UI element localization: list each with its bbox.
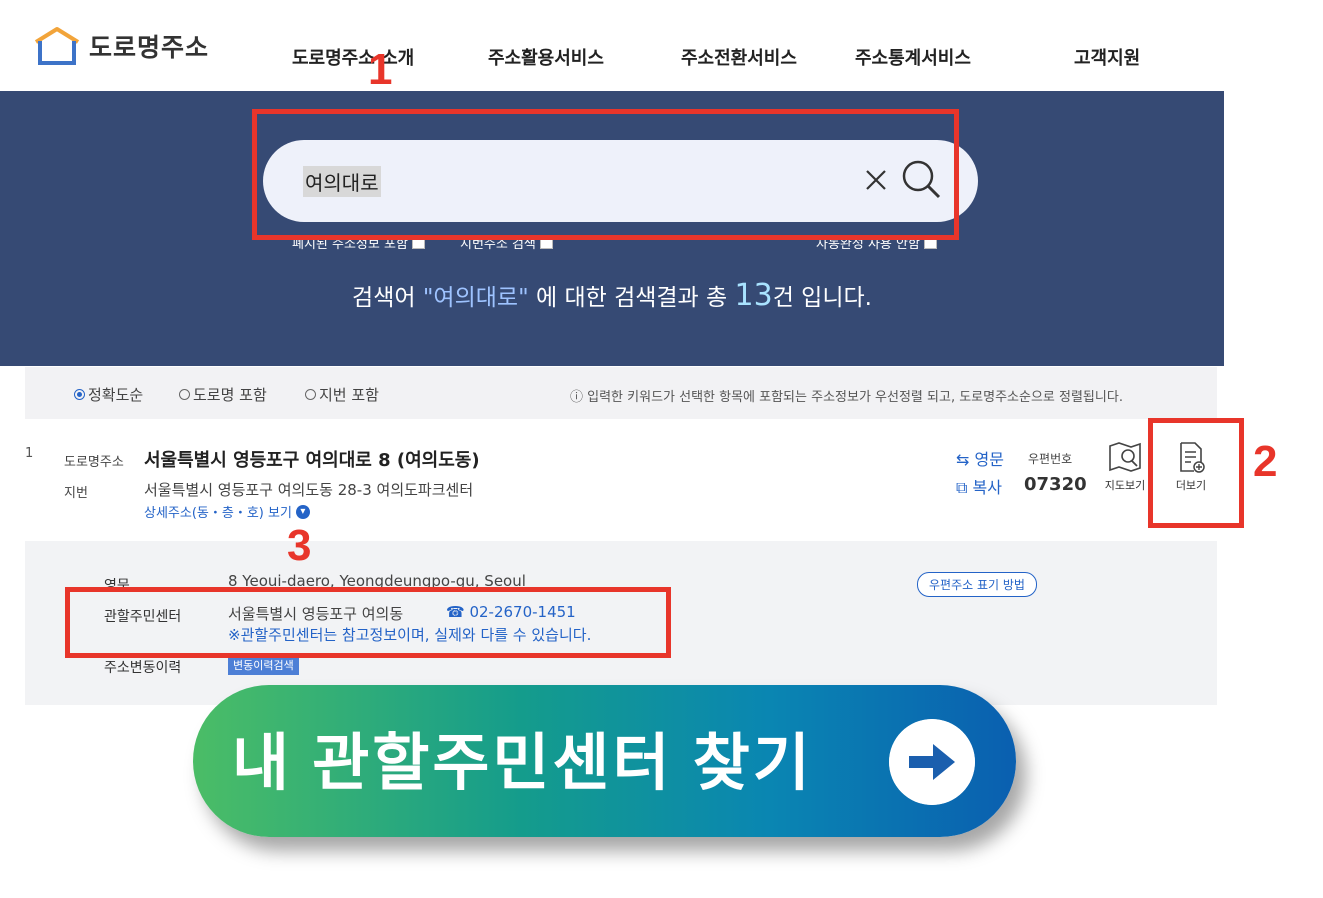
nav-services[interactable]: 주소활용서비스 — [488, 44, 604, 70]
nav-support[interactable]: 고객지원 — [1074, 44, 1140, 70]
sort-road[interactable]: 도로명 포함 — [179, 384, 267, 405]
site-logo[interactable]: 도로명주소 — [33, 26, 209, 66]
result-prefix: 검색어 — [352, 285, 423, 311]
copy-icon: ⧉ — [956, 478, 968, 497]
nav-statistics[interactable]: 주소통계서비스 — [855, 44, 971, 70]
annotation-number-2: 2 — [1253, 437, 1278, 486]
result-mid: 에 대한 검색결과 총 — [528, 285, 735, 311]
search-result-summary: 검색어 "여의대로" 에 대한 검색결과 총 13건 입니다. — [0, 278, 1224, 313]
sort-accuracy-label: 정확도순 — [88, 386, 144, 404]
road-address: 서울특별시 영등포구 여의대로 8 (여의도동) — [144, 450, 480, 471]
zip-label: 우편번호 — [1028, 452, 1073, 466]
annotation-box-center — [65, 587, 671, 658]
postal-format-button[interactable]: 우편주소 표기 방법 — [917, 572, 1037, 597]
sort-note: ⓘ 입력한 키워드가 선택한 항목에 포함되는 주소정보가 우선정렬 되고, 도… — [570, 390, 1123, 405]
arrow-right-icon[interactable] — [889, 719, 975, 805]
detail-address-link-label: 상세주소(동・층・호) 보기 — [144, 506, 292, 521]
swap-icon: ⇆ — [956, 450, 970, 469]
nav-intro[interactable]: 도로명주소 소개 — [292, 44, 414, 70]
logo-text: 도로명주소 — [89, 33, 210, 62]
result-count: 13 — [734, 278, 773, 313]
sort-road-label: 도로명 포함 — [193, 386, 267, 404]
result-keyword: "여의대로" — [422, 285, 529, 311]
jibun-address: 서울특별시 영등포구 여의도동 28-3 여의도파크센터 — [144, 481, 474, 499]
chevron-down-icon: ▾ — [295, 504, 310, 519]
detail-address-link[interactable]: 상세주소(동・층・호) 보기 ▾ — [144, 502, 310, 521]
zip-code: 07320 — [1024, 474, 1087, 495]
map-view-button[interactable]: 지도보기 — [1100, 440, 1150, 493]
annotation-number-3: 3 — [287, 521, 312, 570]
english-link[interactable]: ⇆ 영문 — [956, 446, 1004, 470]
sort-jibun-label: 지번 포함 — [319, 386, 379, 404]
history-search-button[interactable]: 변동이력검색 — [228, 655, 299, 675]
english-link-label: 영문 — [974, 450, 1004, 469]
sort-road-radio[interactable] — [179, 389, 190, 400]
annotation-number-1: 1 — [368, 45, 393, 94]
house-logo-icon — [34, 27, 80, 65]
annotation-box-more — [1148, 418, 1244, 528]
jibun-label: 지번 — [64, 486, 88, 501]
result-index: 1 — [25, 446, 34, 461]
annotation-box-search — [252, 109, 959, 240]
address-history-label: 주소변동이력 — [104, 660, 182, 676]
map-icon — [1109, 442, 1141, 472]
nav-conversion[interactable]: 주소전환서비스 — [681, 44, 797, 70]
result-suffix: 건 입니다. — [772, 285, 872, 311]
copy-link[interactable]: ⧉ 복사 — [956, 474, 1002, 498]
sort-jibun-radio[interactable] — [305, 389, 316, 400]
map-view-label: 지도보기 — [1104, 479, 1146, 492]
cta-text: 내 관할주민센터 찾기 — [232, 729, 813, 798]
sort-jibun[interactable]: 지번 포함 — [305, 384, 379, 405]
sort-accuracy-radio[interactable] — [74, 389, 85, 400]
sort-accuracy[interactable]: 정확도순 — [74, 384, 143, 405]
copy-link-label: 복사 — [972, 478, 1002, 497]
road-address-label: 도로명주소 — [64, 455, 124, 470]
